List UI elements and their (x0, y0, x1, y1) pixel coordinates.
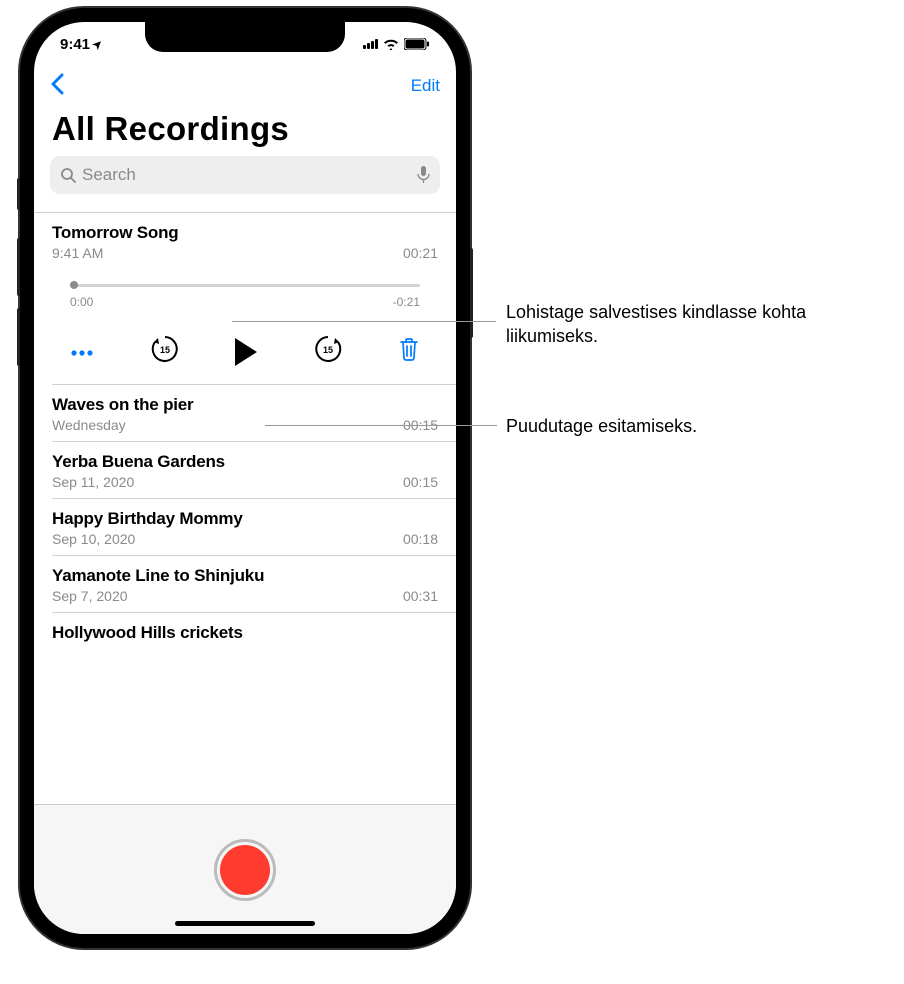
svg-text:15: 15 (159, 345, 169, 355)
recording-title: Waves on the pier (52, 395, 438, 415)
location-arrow-icon: ➤ (90, 36, 106, 52)
search-field[interactable]: Search (50, 156, 440, 194)
cellular-signal-icon (363, 39, 378, 49)
callout-line (232, 321, 496, 322)
recording-item-selected[interactable]: Tomorrow Song 9:41 AM 00:21 0:00 -0:21 (34, 213, 456, 384)
recording-meta: Sep 10, 2020 (52, 531, 135, 547)
recording-title: Yerba Buena Gardens (52, 452, 438, 472)
mic-icon[interactable] (417, 166, 430, 184)
edit-button[interactable]: Edit (411, 76, 440, 96)
search-icon (60, 167, 76, 183)
notch (145, 22, 345, 52)
svg-text:15: 15 (322, 345, 332, 355)
skip-back-15-button[interactable]: 15 (149, 333, 181, 370)
recording-meta: Sep 7, 2020 (52, 588, 128, 604)
recording-item[interactable]: Yerba Buena Gardens Sep 11, 2020 00:15 (34, 442, 456, 498)
volume-up-button (17, 238, 20, 296)
recording-duration: 00:15 (403, 474, 438, 490)
record-icon (220, 845, 270, 895)
wifi-icon (383, 38, 399, 50)
recording-title: Tomorrow Song (52, 223, 438, 243)
recording-time: 9:41 AM (52, 245, 103, 261)
volume-down-button (17, 308, 20, 366)
callout-line (265, 425, 497, 426)
skip-forward-15-button[interactable]: 15 (312, 333, 344, 370)
back-button[interactable] (50, 71, 64, 102)
callout-play: Puudutage esitamiseks. (506, 414, 846, 438)
recording-title: Yamanote Line to Shinjuku (52, 566, 438, 586)
phone-frame: 9:41 ➤ Edit All Recordings Search (20, 8, 470, 948)
mute-switch (17, 178, 20, 210)
scrubber-track (70, 284, 420, 287)
recording-duration: 00:21 (403, 245, 438, 261)
recording-title: Hollywood Hills crickets (52, 623, 438, 643)
more-options-button[interactable] (70, 340, 94, 363)
power-button (470, 248, 473, 338)
delete-button[interactable] (398, 336, 420, 367)
bottom-toolbar (34, 804, 456, 934)
recording-item[interactable]: Waves on the pier Wednesday00:15 (34, 385, 456, 441)
page-title: All Recordings (34, 106, 456, 156)
remaining-time: -0:21 (393, 295, 420, 309)
scrubber-knob[interactable] (70, 281, 78, 289)
battery-icon (404, 38, 430, 50)
play-button[interactable] (235, 338, 257, 366)
recording-duration: 00:18 (403, 531, 438, 547)
recording-item[interactable]: Hollywood Hills crickets (34, 613, 456, 651)
search-placeholder: Search (82, 165, 411, 185)
playback-scrubber[interactable] (70, 279, 420, 291)
record-button[interactable] (214, 839, 276, 901)
nav-bar: Edit (34, 66, 456, 106)
recordings-list: Tomorrow Song 9:41 AM 00:21 0:00 -0:21 (34, 213, 456, 804)
elapsed-time: 0:00 (70, 295, 93, 309)
recording-duration: 00:31 (403, 588, 438, 604)
recording-title: Happy Birthday Mommy (52, 509, 438, 529)
callout-scrub: Lohistage salvestises kindlasse kohta li… (506, 300, 846, 349)
recording-item[interactable]: Yamanote Line to Shinjuku Sep 7, 2020 00:… (34, 556, 456, 612)
screen: 9:41 ➤ Edit All Recordings Search (34, 22, 456, 934)
recording-item[interactable]: Happy Birthday Mommy Sep 10, 2020 00:18 (34, 499, 456, 555)
home-indicator[interactable] (175, 921, 315, 926)
play-icon (235, 338, 257, 366)
recording-meta: Sep 11, 2020 (52, 474, 134, 490)
recording-meta: Wednesday (52, 417, 126, 433)
status-time: 9:41 (60, 36, 90, 53)
